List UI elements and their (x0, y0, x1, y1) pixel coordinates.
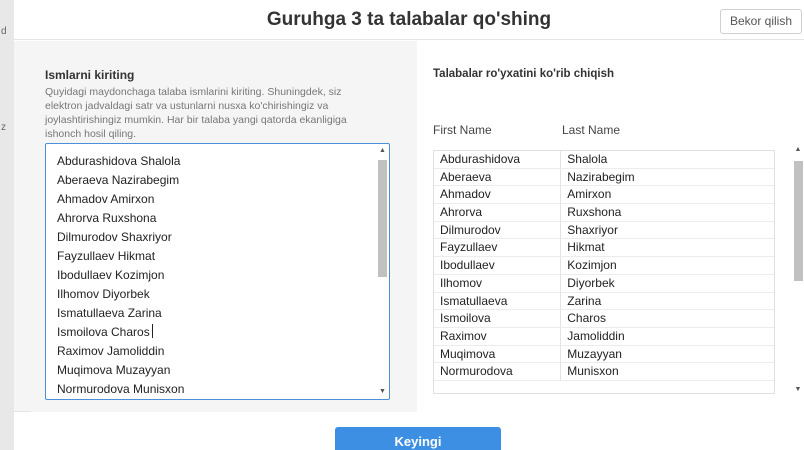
last-name-cell: Kozimjon (561, 257, 774, 275)
textarea-line: Aberaeva Nazirabegim (57, 171, 184, 190)
textarea-line-text: Ismoilova Charos (57, 325, 150, 339)
background-text-fragment: d (1, 26, 7, 37)
table-row: Dilmurodov Shaxriyor (434, 221, 774, 240)
scroll-down-icon[interactable]: ▼ (377, 387, 388, 397)
textarea-line-text: Fayzullaev Hikmat (57, 249, 156, 263)
textarea-line: Ismoilova Charos (57, 323, 184, 342)
last-name-cell: Shalola (561, 151, 774, 169)
first-name-cell: Ismatullaeva (434, 292, 562, 311)
background-text-fragment: z (1, 122, 6, 133)
scrollbar-thumb[interactable] (378, 160, 387, 277)
first-name-cell: Ibodullaev (434, 257, 562, 275)
table-row: Muqimova Muzayyan (434, 345, 774, 364)
first-name-cell: Ilhomov (434, 274, 562, 293)
cancel-button[interactable]: Bekor qilish (719, 9, 802, 34)
last-name-cell: Shaxriyor (561, 222, 774, 240)
textarea-line: Ahrorva Ruxshona (57, 209, 184, 228)
preview-scrollbar[interactable]: ▲ ▼ (792, 145, 804, 395)
scroll-up-icon[interactable]: ▲ (377, 146, 388, 156)
scroll-down-icon[interactable]: ▼ (792, 385, 804, 395)
textarea-line-text: Muqimova Muzayyan (57, 363, 171, 377)
last-name-cell: Jamoliddin (561, 328, 774, 346)
textarea-line: Raximov Jamoliddin (57, 342, 184, 361)
first-name-cell: Ahrorva (434, 204, 562, 222)
last-name-cell: Ruxshona (561, 204, 774, 222)
textarea-line: Dilmurodov Shaxriyor (57, 228, 184, 247)
name-input-panel: Ismlarni kiriting Quyidagi maydonchaga t… (31, 41, 417, 412)
first-name-cell: Aberaeva (434, 168, 562, 187)
table-row: Ahrorva Ruxshona (434, 204, 774, 222)
first-name-cell: Ismoilova (434, 310, 562, 328)
first-name-cell: Ahmadov (434, 186, 562, 205)
textarea-line-text: Ibodullaev Kozimjon (57, 268, 165, 282)
textarea-line-text: Aberaeva Nazirabegim (57, 173, 180, 187)
textarea-line: Ibodullaev Kozimjon (57, 266, 184, 285)
text-caret (151, 324, 153, 338)
table-row: Aberaeva Nazirabegim (434, 168, 774, 187)
student-preview-table: Abdurashidova Shalola Aberaeva Nazirabegim A… (433, 150, 775, 394)
textarea-line-text: Ilhomov Diyorbek (57, 287, 150, 301)
modal-footer: Keyingi (14, 412, 804, 450)
first-name-cell: Fayzullaev (434, 239, 562, 258)
textarea-line-text: Abdurashidova Shalola (57, 154, 181, 168)
name-input-instructions: Quyidagi maydonchaga talaba ismlarini ki… (45, 86, 347, 140)
table-row: Ismatullaeva Zarina (434, 292, 774, 311)
textarea-line-text: Normurodova Munisxon (57, 382, 185, 396)
table-row: Ilhomov Diyorbek (434, 274, 774, 293)
first-name-cell: Muqimova (434, 345, 562, 364)
student-preview-panel: Talabalar ro'yxatini ko'rib chiqish Firs… (417, 41, 804, 412)
textarea-line: Fayzullaev Hikmat (57, 247, 184, 266)
last-name-cell: Munisxon (561, 363, 774, 381)
first-name-cell: Normurodova (434, 363, 562, 381)
textarea-scrollbar[interactable]: ▲ ▼ (377, 146, 388, 397)
first-name-cell: Raximov (434, 327, 562, 346)
textarea-line: Ahmadov Amirxon (57, 190, 184, 209)
textarea-line-text: Ismatullaeva Zarina (57, 306, 162, 320)
table-row: Fayzullaev Hikmat (434, 239, 774, 258)
preview-heading: Talabalar ro'yxatini ko'rib chiqish (433, 68, 615, 80)
background-page-strip: d z (0, 0, 14, 450)
add-students-modal: Guruhga 3 ta talabalar qo'shing Bekor qi… (14, 0, 804, 450)
first-name-cell: Dilmurodov (434, 221, 562, 240)
last-name-cell: Amirxon (561, 186, 774, 205)
modal-title: Guruhga 3 ta talabalar qo'shing (266, 9, 552, 30)
table-row: Ibodullaev Kozimjon (434, 257, 774, 275)
name-input-heading: Ismlarni kiriting (45, 68, 135, 82)
textarea-line: Ismatullaeva Zarina (57, 304, 184, 323)
table-row: Raximov Jamoliddin (434, 327, 774, 346)
modal-header: Guruhga 3 ta talabalar qo'shing Bekor qi… (14, 0, 804, 40)
table-row: Ahmadov Amirxon (434, 186, 774, 205)
first-name-cell: Abdurashidova (434, 151, 562, 169)
column-header-first-name: First Name (433, 123, 492, 137)
textarea-line-text: Raximov Jamoliddin (57, 344, 165, 358)
table-row: Abdurashidova Shalola (434, 151, 774, 169)
modal-body: Ismlarni kiriting Quyidagi maydonchaga t… (14, 41, 804, 412)
last-name-cell: Zarina (561, 293, 774, 311)
table-row: Normurodova Munisxon (434, 363, 774, 381)
textarea-line-text: Ahmadov Amirxon (57, 192, 155, 206)
scroll-up-icon[interactable]: ▲ (792, 145, 804, 155)
textarea-line-text: Dilmurodov Shaxriyor (57, 230, 172, 244)
student-names-textarea[interactable]: Abdurashidova Shalola Aberaeva Nazirabegi… (45, 143, 390, 400)
textarea-line-text: Ahrorva Ruxshona (57, 211, 157, 225)
textarea-content: Abdurashidova Shalola Aberaeva Nazirabegi… (57, 152, 184, 399)
textarea-line: Normurodova Munisxon (57, 380, 184, 399)
scrollbar-thumb[interactable] (794, 161, 803, 281)
last-name-cell: Hikmat (561, 239, 774, 258)
table-row: Ismoilova Charos (434, 310, 774, 328)
next-button[interactable]: Keyingi (335, 427, 501, 450)
column-header-last-name: Last Name (562, 123, 621, 137)
last-name-cell: Muzayyan (561, 346, 774, 364)
last-name-cell: Diyorbek (561, 275, 774, 293)
textarea-line: Muqimova Muzayyan (57, 361, 184, 380)
textarea-line: Abdurashidova Shalola (57, 152, 184, 171)
last-name-cell: Charos (561, 310, 774, 328)
textarea-line: Ilhomov Diyorbek (57, 285, 184, 304)
last-name-cell: Nazirabegim (561, 169, 774, 187)
